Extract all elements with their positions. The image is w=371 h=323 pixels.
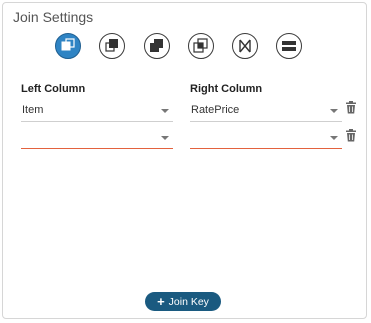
delete-key-icon[interactable] (345, 101, 357, 114)
left-column-header: Left Column (21, 83, 86, 95)
join-type-cross-button[interactable] (232, 33, 258, 59)
add-join-key-label: Join Key (168, 295, 209, 308)
left-join-icon (61, 38, 75, 51)
cross-join-icon (239, 39, 251, 53)
left-column-select[interactable]: Item (21, 100, 173, 122)
add-join-key-button[interactable]: + Join Key (145, 292, 221, 311)
right-column-select[interactable]: RatePrice (190, 100, 342, 122)
outer-join-icon (150, 39, 163, 52)
right-column-header: Right Column (190, 83, 263, 95)
chevron-down-icon (161, 136, 169, 140)
join-type-left-button[interactable] (55, 33, 81, 59)
left-column-select[interactable] (21, 127, 173, 149)
inner-join-icon (193, 38, 208, 53)
delete-key-icon[interactable] (345, 129, 357, 142)
right-join-icon (105, 39, 118, 52)
left-column-value: Item (22, 104, 44, 116)
chevron-down-icon (161, 109, 169, 113)
join-type-right-button[interactable] (99, 33, 125, 59)
chevron-down-icon (330, 109, 338, 113)
plus-icon: + (157, 294, 165, 309)
join-type-toolbar (3, 33, 368, 61)
join-type-outer-button[interactable] (144, 33, 170, 59)
panel-title: Join Settings (13, 9, 94, 25)
join-type-inner-button[interactable] (188, 33, 214, 59)
right-column-value: RatePrice (191, 104, 240, 116)
right-column-select[interactable] (190, 127, 342, 149)
union-icon (282, 41, 296, 51)
chevron-down-icon (330, 136, 338, 140)
join-type-union-button[interactable] (276, 33, 302, 59)
join-settings-panel: Join Settings Left Column Right Column I… (2, 2, 367, 319)
